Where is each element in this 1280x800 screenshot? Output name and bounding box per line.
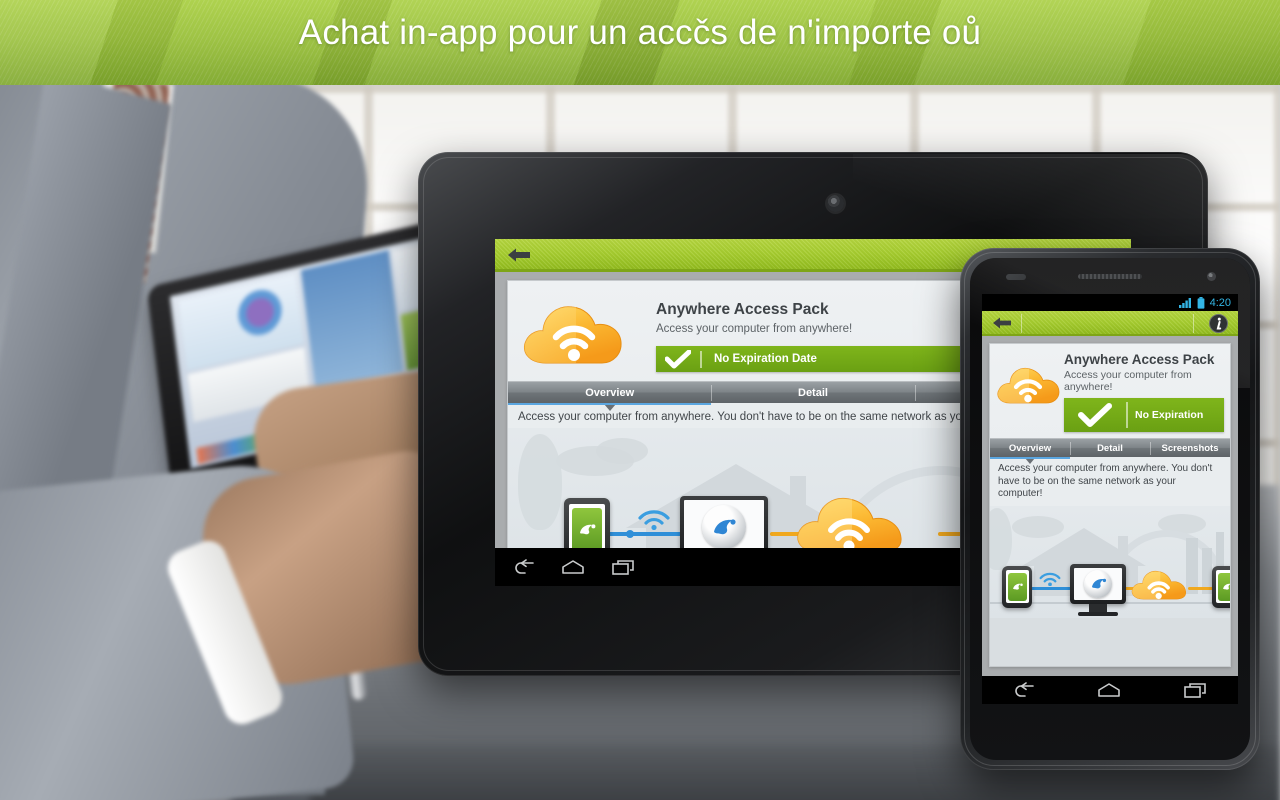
splashtop-personal-icon — [1217, 572, 1230, 601]
expiration-badge: No Expiration — [1064, 398, 1224, 432]
phone-device: 4:20 Anywhere Access Pack Access your co… — [960, 248, 1260, 770]
splashtop-personal-icon — [1007, 572, 1027, 601]
recents-icon[interactable] — [1183, 682, 1207, 699]
phone-illustration — [990, 505, 1230, 618]
app-card-header: Anywhere Access Pack Access your compute… — [990, 344, 1230, 438]
link-node — [626, 530, 634, 538]
phone-action-bar — [982, 311, 1238, 336]
app-subtitle: Access your computer from anywhere! — [1064, 369, 1192, 393]
back-icon[interactable] — [1013, 682, 1035, 698]
divider — [1021, 314, 1022, 333]
app-card-text: Anywhere Access Pack Access your compute… — [1060, 352, 1224, 432]
monitor-screen — [1074, 567, 1122, 600]
home-icon[interactable] — [1097, 682, 1121, 698]
phone-content: Anywhere Access Pack Access your compute… — [982, 336, 1238, 667]
recents-icon[interactable] — [611, 559, 635, 576]
tablet-device-icon — [1002, 565, 1032, 608]
wifi-icon — [636, 506, 672, 530]
monitor-screen — [684, 500, 764, 554]
home-icon[interactable] — [561, 559, 585, 575]
mini-screen — [1215, 570, 1230, 603]
sky-cloud — [596, 438, 648, 464]
tab-caret-icon — [1025, 458, 1035, 464]
status-time: 4:20 — [1209, 296, 1231, 309]
divider — [1193, 314, 1194, 333]
monitor-base — [1078, 611, 1118, 616]
monitor-device-icon — [1070, 563, 1126, 616]
tablet-device-icon — [1212, 565, 1230, 608]
info-icon[interactable] — [1209, 314, 1228, 333]
tab-detail[interactable]: Detail — [711, 382, 914, 403]
illustration-device-row — [990, 560, 1230, 616]
tab-detail[interactable]: Detail — [1070, 439, 1150, 457]
tab-label: Detail — [798, 387, 828, 399]
back-arrow-icon[interactable] — [991, 316, 1013, 330]
checkmark-icon — [1064, 403, 1126, 427]
back-icon[interactable] — [513, 559, 535, 575]
app-title: Anywhere Access Pack — [1064, 352, 1215, 367]
notification-led — [1006, 274, 1026, 280]
wifi-icon — [1038, 570, 1062, 586]
tab-caret-icon — [603, 404, 616, 411]
signal-bars-icon — [1178, 297, 1192, 308]
splashtop-logo-icon — [1084, 569, 1112, 598]
checkmark-icon — [656, 349, 700, 369]
phone-camera-icon — [1207, 272, 1216, 281]
expiration-label: No Expiration — [1135, 409, 1204, 421]
cloud-wifi-icon — [516, 291, 642, 375]
back-arrow-icon[interactable] — [506, 247, 532, 263]
phone-screen: 4:20 Anywhere Access Pack Access your co… — [982, 294, 1238, 704]
splashtop-logo-icon — [702, 505, 746, 549]
promo-banner: Achat in-app pour un accčs de n'importe … — [0, 0, 1280, 85]
phone-status-bar: 4:20 — [982, 294, 1238, 311]
cloud-wifi-icon — [1128, 564, 1206, 604]
mini-screen — [1005, 570, 1029, 603]
phone-overview-description: Access your computer from anywhere. You … — [990, 457, 1230, 506]
tab-label: Overview — [1008, 443, 1052, 454]
battery-icon — [1197, 296, 1205, 309]
cloud-wifi-icon — [994, 358, 1060, 418]
tablet-camera-icon — [827, 195, 844, 212]
expiration-label: No Expiration Date — [714, 353, 817, 365]
phone-tab-bar: Overview Detail Screenshots — [990, 438, 1230, 464]
tab-overview[interactable]: Overview — [990, 439, 1070, 464]
earpiece-speaker — [1078, 274, 1142, 279]
card-bottom-padding — [990, 617, 1230, 666]
banner-title: Achat in-app pour un accčs de n'importe … — [298, 13, 982, 52]
tab-screenshots[interactable]: Screenshots — [1150, 439, 1230, 457]
splashtop-personal-icon — [572, 508, 602, 552]
tab-label: Detail — [1097, 443, 1123, 454]
chimney — [1118, 535, 1128, 558]
tab-label: Overview — [585, 387, 635, 399]
tab-overview[interactable]: Overview — [508, 382, 712, 411]
held-tablet-window — [300, 249, 404, 392]
phone-nav-bar — [982, 676, 1238, 704]
tab-label: Screenshots — [1161, 443, 1219, 454]
app-detail-card: Anywhere Access Pack Access your compute… — [989, 343, 1231, 667]
